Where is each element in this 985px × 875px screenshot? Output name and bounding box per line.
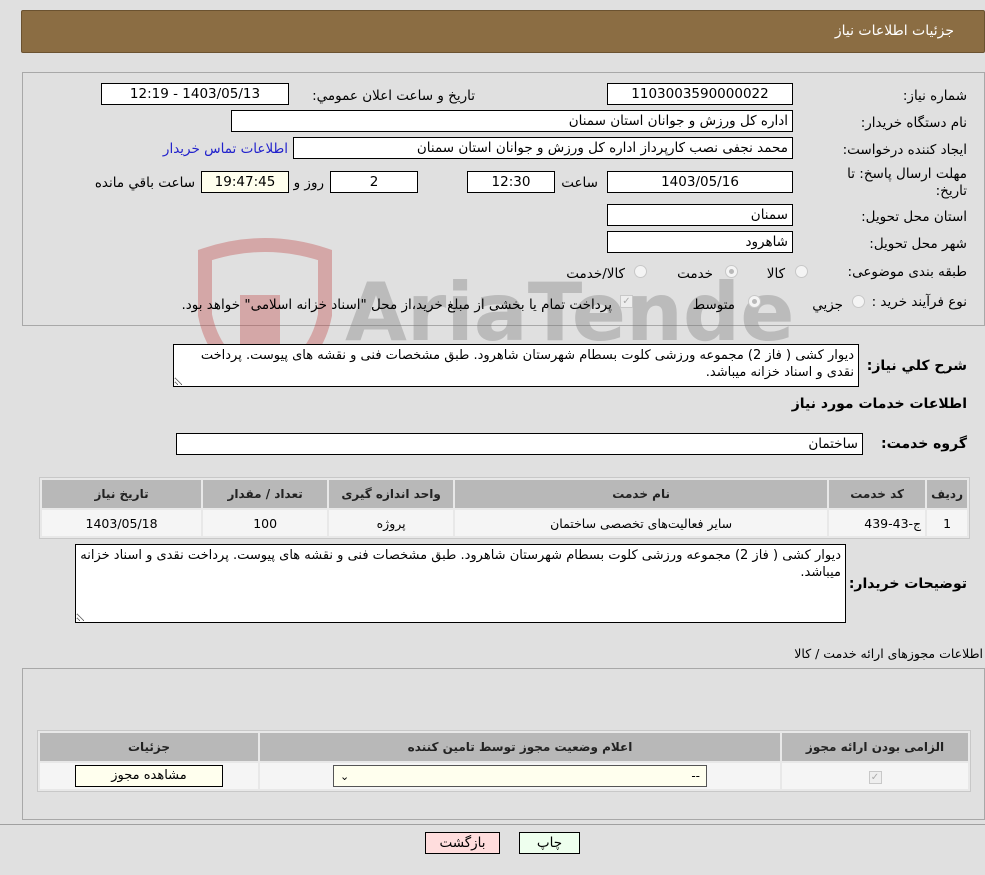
permits-table: الزامی بودن ارائه مجوز اعلام وضعیت مجوز …	[37, 730, 971, 792]
page-header: جزئیات اطلاعات نیاز	[21, 10, 985, 53]
services-section-title: اطلاعات خدمات مورد نیاز	[791, 396, 967, 412]
cell-need-date: 1403/05/18	[42, 510, 202, 536]
buyer-notes-textarea[interactable]: دیوار کشی ( فاز 2) مجموعه ورزشی کلوت بسط…	[75, 544, 846, 623]
col-permit-status: اعلام وضعیت مجوز توسط تامین کننده	[260, 733, 780, 761]
remaining-time-label: ساعت باقي مانده	[94, 175, 195, 191]
category-label: طبقه بندی موضوعی:	[847, 264, 967, 280]
cell-quantity: 100	[203, 510, 328, 536]
col-row-number: ردیف	[927, 480, 967, 508]
announce-date-label: تاریخ و ساعت اعلان عمومي:	[312, 88, 475, 104]
page-title: جزئیات اطلاعات نیاز	[834, 23, 954, 39]
deadline-time-label: ساعت	[561, 175, 598, 191]
permit-status-value: --	[691, 769, 700, 783]
services-table-header: ردیف کد خدمت نام خدمت واحد اندازه گیری ت…	[42, 480, 967, 508]
treasury-text: پرداخت تمام یا بخشی از مبلغ خرید،از محل …	[181, 297, 612, 313]
category-radio-goods-service[interactable]	[634, 265, 647, 278]
remaining-time-field: 19:47:45	[201, 171, 289, 193]
cell-permit-required: ✓	[782, 763, 968, 789]
print-button[interactable]: چاپ	[519, 832, 580, 854]
col-need-date: تاریخ نیاز	[42, 480, 202, 508]
table-row: 1 ج-43-439 سایر فعالیت‌های تخصصی ساختمان…	[42, 510, 967, 536]
category-option-goods: کالا	[766, 266, 785, 282]
cell-service-code: ج-43-439	[829, 510, 926, 536]
process-option-medium: متوسط	[692, 297, 735, 313]
back-button[interactable]: بازگشت	[425, 832, 500, 854]
province-label: استان محل تحویل:	[861, 209, 967, 225]
process-radio-minor[interactable]	[852, 295, 865, 308]
permits-section-title: اطلاعات مجوزهای ارائه خدمت / کالا	[794, 646, 983, 661]
process-radio-medium[interactable]	[748, 295, 761, 308]
category-radio-goods[interactable]	[795, 265, 808, 278]
col-permit-details: جزئیات	[40, 733, 258, 761]
services-table: ردیف کد خدمت نام خدمت واحد اندازه گیری ت…	[39, 477, 970, 539]
province-field: سمنان	[607, 204, 793, 226]
view-permit-button[interactable]: مشاهده مجوز	[75, 765, 223, 787]
category-radio-service[interactable]	[725, 265, 738, 278]
col-permit-required: الزامی بودن ارائه مجوز	[782, 733, 968, 761]
deadline-label: مهلت ارسال پاسخ: تا	[847, 166, 967, 182]
cell-permit-status: -- ⌄	[260, 763, 780, 789]
city-field: شاهرود	[607, 231, 793, 253]
col-quantity: تعداد / مقدار	[203, 480, 328, 508]
col-service-name: نام خدمت	[455, 480, 828, 508]
buyer-contact-link[interactable]: اطلاعات تماس خریدار	[163, 141, 288, 157]
cell-service-name: سایر فعالیت‌های تخصصی ساختمان	[455, 510, 828, 536]
days-label: روز و	[293, 175, 324, 191]
table-row: ✓ -- ⌄ مشاهده مجوز	[40, 763, 968, 789]
need-number-label: شماره نیاز:	[902, 88, 967, 104]
col-service-code: کد خدمت	[829, 480, 926, 508]
need-number-field: 1103003590000022	[607, 83, 793, 105]
permits-table-header: الزامی بودن ارائه مجوز اعلام وضعیت مجوز …	[40, 733, 968, 761]
description-label: شرح کلي نیاز:	[866, 358, 967, 374]
buyer-org-label: نام دستگاه خریدار:	[860, 115, 967, 131]
chevron-down-icon: ⌄	[340, 769, 350, 783]
description-textarea[interactable]: دیوار کشی ( فاز 2) مجموعه ورزشی کلوت بسط…	[173, 344, 859, 387]
city-label: شهر محل تحویل:	[869, 236, 967, 252]
permit-required-checkbox: ✓	[868, 771, 882, 784]
category-option-goods-service: کالا/خدمت	[566, 266, 625, 282]
permit-status-select[interactable]: -- ⌄	[333, 765, 707, 787]
deadline-date-field: 1403/05/16	[607, 171, 793, 193]
days-remaining-field: 2	[330, 171, 418, 193]
process-label: نوع فرآیند خرید :	[871, 294, 967, 310]
cell-permit-details: مشاهده مجوز	[40, 763, 258, 789]
deadline-label-line2: تاریخ:	[935, 183, 967, 199]
deadline-time-field: 12:30	[467, 171, 555, 193]
cell-unit: پروژه	[329, 510, 454, 536]
buyer-org-field: اداره کل ورزش و جوانان استان سمنان	[231, 110, 793, 132]
buyer-notes-label: توضیحات خریدار:	[848, 576, 967, 592]
announce-date-field: 1403/05/13 - 12:19	[101, 83, 289, 105]
category-option-service: خدمت	[677, 266, 713, 282]
col-unit: واحد اندازه گیری	[329, 480, 454, 508]
service-group-label: گروه خدمت:	[881, 436, 967, 452]
cell-row-number: 1	[927, 510, 967, 536]
bottom-divider	[0, 824, 985, 825]
process-option-minor: جزيي	[812, 297, 843, 313]
requester-label: ایجاد کننده درخواست:	[842, 142, 967, 158]
treasury-checkbox[interactable]: ✓	[620, 295, 633, 308]
requester-field: محمد نجفی نصب کارپرداز اداره کل ورزش و ج…	[293, 137, 793, 159]
service-group-field: ساختمان	[176, 433, 863, 455]
